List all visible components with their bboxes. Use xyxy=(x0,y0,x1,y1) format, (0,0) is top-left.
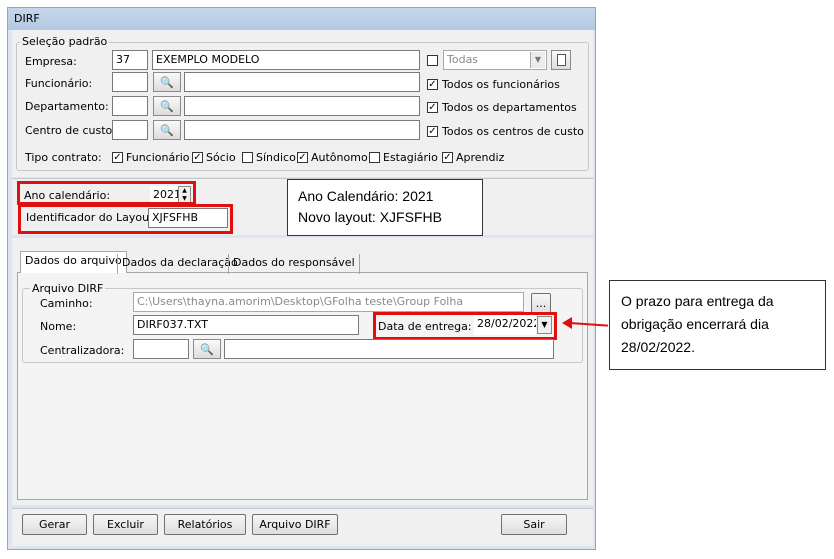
centro-custo-name-input[interactable] xyxy=(184,120,420,140)
excluir-button[interactable]: Excluir xyxy=(93,514,158,535)
selecao-padrao-legend: Seleção padrão xyxy=(20,35,110,48)
callout-prazo-line-3: 28/02/2022. xyxy=(621,339,695,355)
tipo-estagiario-label: Estagiário xyxy=(383,151,438,164)
tab-dados-declaracao[interactable]: Dados da declaração xyxy=(117,254,242,274)
sair-button[interactable]: Sair xyxy=(501,514,567,535)
departamento-label: Departamento: xyxy=(25,100,109,113)
todos-departamentos-label: Todos os departamentos xyxy=(442,101,577,114)
empresa-name-input[interactable]: EXEMPLO MODELO xyxy=(152,50,420,70)
tipo-sindico-label: Síndico xyxy=(256,151,296,164)
tipo-estagiario-checkbox[interactable] xyxy=(369,152,380,163)
centralizadora-label: Centralizadora: xyxy=(40,344,125,357)
centro-custo-label: Centro de custo: xyxy=(25,124,116,137)
callout-prazo-line-1: O prazo para entrega da xyxy=(621,293,774,309)
gerar-button[interactable]: Gerar xyxy=(22,514,87,535)
centralizadora-code-input[interactable] xyxy=(133,339,189,359)
centro-custo-search-icon[interactable]: 🔍 xyxy=(153,120,181,140)
empresa-label: Empresa: xyxy=(25,55,77,68)
todos-centros-label: Todos os centros de custo xyxy=(442,125,584,138)
callout-ano-line: Ano Calendário: 2021 xyxy=(298,188,434,204)
layout-highlight-box xyxy=(18,204,233,234)
tipo-funcionario-checkbox[interactable]: ✓ xyxy=(112,152,123,163)
funcionario-label: Funcionário: xyxy=(25,77,93,90)
nome-label: Nome: xyxy=(40,320,77,333)
arquivo-dirf-button[interactable]: Arquivo DIRF xyxy=(252,514,338,535)
callout-ano-layout: Ano Calendário: 2021 Novo layout: XJFSFH… xyxy=(287,179,483,236)
empresa-code-input[interactable]: 37 xyxy=(112,50,148,70)
departamento-search-icon[interactable]: 🔍 xyxy=(153,96,181,116)
tipo-socio-label: Sócio xyxy=(206,151,236,164)
centralizadora-name-input[interactable] xyxy=(224,339,554,359)
caminho-label: Caminho: xyxy=(40,297,93,310)
caminho-input[interactable]: C:\Users\thayna.amorim\Desktop\GFolha te… xyxy=(133,292,524,312)
title-bar xyxy=(8,8,595,30)
todas-checkbox[interactable] xyxy=(427,55,438,66)
arquivo-dirf-legend: Arquivo DIRF xyxy=(30,282,106,295)
departamento-name-input[interactable] xyxy=(184,96,420,116)
tipo-autonomo-label: Autônomo xyxy=(311,151,368,164)
tipo-funcionario-label: Funcionário xyxy=(126,151,190,164)
tipo-socio-checkbox[interactable]: ✓ xyxy=(192,152,203,163)
tab-dados-arquivo[interactable]: Dados do arquivo xyxy=(20,251,127,273)
todos-funcionarios-checkbox[interactable]: ✓ xyxy=(427,79,438,90)
funcionario-name-input[interactable] xyxy=(184,72,420,92)
clear-filter-icon[interactable] xyxy=(551,50,571,70)
centro-custo-code-input[interactable] xyxy=(112,120,148,140)
tipo-aprendiz-checkbox[interactable]: ✓ xyxy=(442,152,453,163)
browse-button[interactable]: ... xyxy=(531,293,551,314)
callout-arrow-head xyxy=(562,317,572,329)
todos-funcionarios-label: Todos os funcionários xyxy=(442,78,560,91)
centralizadora-search-icon[interactable]: 🔍 xyxy=(193,339,221,359)
funcionario-search-icon[interactable]: 🔍 xyxy=(153,72,181,92)
tipo-sindico-checkbox[interactable] xyxy=(242,152,253,163)
relatorios-button[interactable]: Relatórios xyxy=(164,514,246,535)
tab-dados-responsavel[interactable]: Dados do responsável xyxy=(228,254,360,274)
ano-highlight-box xyxy=(17,181,196,205)
data-entrega-highlight-box xyxy=(373,312,557,340)
tipo-contrato-label: Tipo contrato: xyxy=(25,151,102,164)
todos-departamentos-checkbox[interactable]: ✓ xyxy=(427,102,438,113)
callout-layout-line: Novo layout: XJFSFHB xyxy=(298,209,442,225)
tipo-aprendiz-label: Aprendiz xyxy=(456,151,505,164)
nome-input[interactable]: DIRF037.TXT xyxy=(133,315,359,335)
callout-prazo: O prazo para entrega da obrigação encerr… xyxy=(609,280,826,370)
tipo-autonomo-checkbox[interactable]: ✓ xyxy=(297,152,308,163)
todos-centros-checkbox[interactable]: ✓ xyxy=(427,126,438,137)
chevron-down-icon[interactable]: ▼ xyxy=(530,52,545,68)
funcionario-code-input[interactable] xyxy=(112,72,148,92)
callout-prazo-line-2: obrigação encerrará dia xyxy=(621,316,769,332)
departamento-code-input[interactable] xyxy=(112,96,148,116)
window-title: DIRF xyxy=(14,12,40,25)
